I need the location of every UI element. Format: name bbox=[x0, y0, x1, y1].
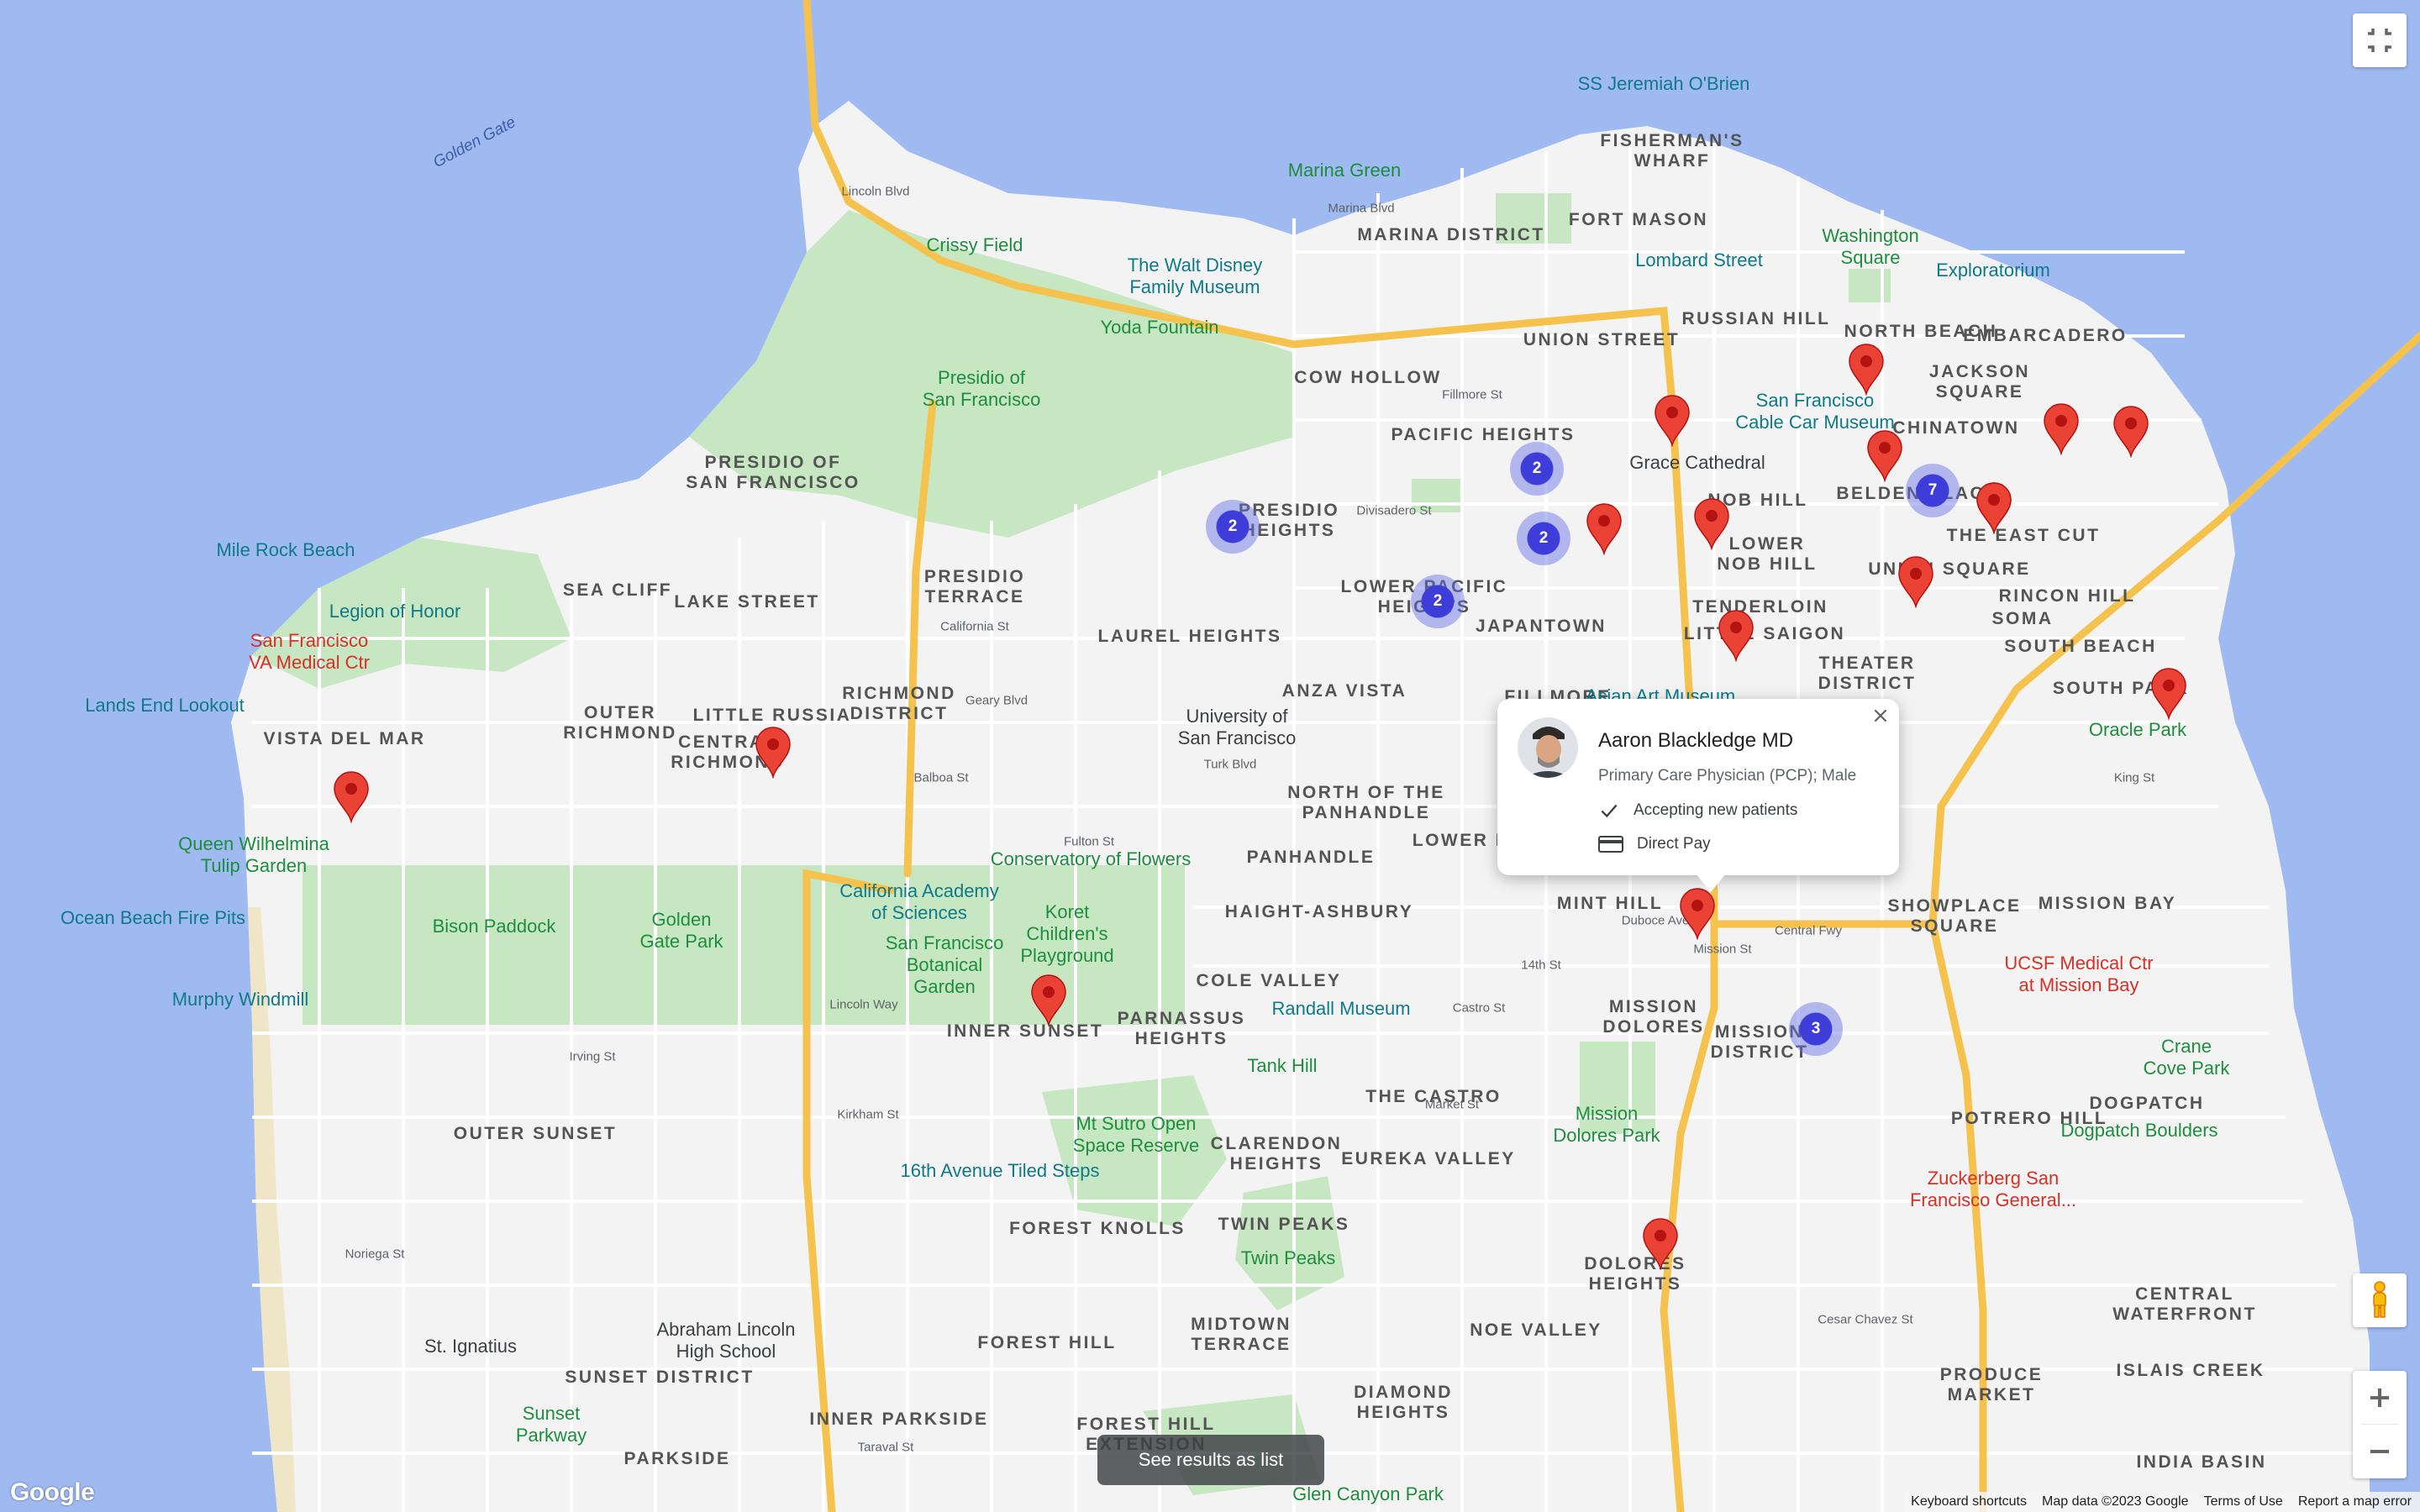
pegman-icon bbox=[2373, 1281, 2386, 1318]
feature-label: Direct Pay bbox=[1637, 835, 1711, 853]
map-pin-icon bbox=[1680, 888, 1715, 941]
map-pin-icon bbox=[1031, 974, 1066, 1027]
provider-marker-marker-10[interactable] bbox=[1718, 610, 1754, 663]
keyboard-shortcuts-link[interactable]: Keyboard shortcuts bbox=[1911, 1494, 2027, 1509]
provider-name[interactable]: Aaron Blackledge MD bbox=[1598, 729, 1793, 753]
marker-cluster-cluster-lower-pacific-heights[interactable]: 2 bbox=[1411, 575, 1465, 628]
map-pin-icon bbox=[1655, 395, 1690, 448]
provider-marker-marker-15[interactable] bbox=[1030, 974, 1067, 1027]
marker-cluster-cluster-presidio-heights[interactable]: 2 bbox=[1206, 500, 1260, 554]
street-view-pegman[interactable] bbox=[2353, 1273, 2407, 1327]
map-pin-icon bbox=[755, 727, 791, 780]
credit-card-icon bbox=[1598, 836, 1623, 853]
provider-marker-marker-5[interactable] bbox=[1866, 430, 1903, 483]
feature-label: Accepting new patients bbox=[1634, 801, 1798, 819]
avatar bbox=[1518, 717, 1578, 778]
cluster-count: 3 bbox=[1811, 1020, 1821, 1037]
cluster-count: 2 bbox=[1532, 459, 1542, 477]
provider-marker-marker-6[interactable] bbox=[2043, 403, 2080, 456]
map-markers: 2 2 2 2 7 3 bbox=[0, 0, 2420, 1512]
map-pin-icon bbox=[1867, 430, 1902, 483]
cluster-count: 7 bbox=[1928, 481, 1938, 499]
fullscreen-button[interactable] bbox=[2353, 13, 2407, 67]
cluster-count: 2 bbox=[1228, 517, 1238, 535]
cluster-count: 2 bbox=[1539, 529, 1549, 547]
provider-marker-marker-4[interactable] bbox=[1586, 503, 1623, 556]
provider-specialty: Primary Care Physician (PCP); Male bbox=[1598, 767, 1857, 785]
marker-cluster-cluster-pacific-heights-south[interactable]: 2 bbox=[1517, 512, 1570, 565]
provider-marker-marker-11[interactable] bbox=[2150, 668, 2187, 721]
provider-marker-marker-14[interactable] bbox=[1679, 888, 1716, 941]
map-pin-icon bbox=[2113, 406, 2149, 459]
map-pin-icon bbox=[1898, 556, 1933, 609]
see-results-as-list-button[interactable]: See results as list bbox=[1097, 1435, 1324, 1485]
provider-infowindow: Aaron Blackledge MD Primary Care Physici… bbox=[1497, 699, 1899, 892]
provider-marker-marker-13[interactable] bbox=[333, 771, 370, 824]
map-pin-icon bbox=[1976, 482, 2012, 535]
zoom-in-button[interactable] bbox=[2353, 1371, 2407, 1425]
zoom-control bbox=[2353, 1371, 2407, 1478]
google-logo[interactable]: Google bbox=[10, 1478, 95, 1507]
map-pin-icon bbox=[2151, 668, 2186, 721]
map-pin-icon bbox=[1643, 1218, 1678, 1271]
map-pin-icon bbox=[2044, 403, 2079, 456]
check-icon bbox=[1601, 804, 1618, 818]
marker-cluster-cluster-belden-place[interactable]: 7 bbox=[1906, 464, 1960, 517]
feature-accepting-new-patients: Accepting new patients bbox=[1598, 800, 1797, 822]
map-attribution: Keyboard shortcuts Map data ©2023 Google… bbox=[1904, 1492, 2420, 1512]
provider-marker-marker-7[interactable] bbox=[2112, 406, 2149, 459]
provider-marker-marker-12[interactable] bbox=[755, 727, 792, 780]
close-icon[interactable] bbox=[1870, 706, 1891, 726]
report-map-error-link[interactable]: Report a map error bbox=[2298, 1494, 2412, 1509]
provider-marker-marker-1[interactable] bbox=[1654, 395, 1691, 448]
provider-marker-marker-16[interactable] bbox=[1642, 1218, 1679, 1271]
provider-marker-marker-2[interactable] bbox=[1848, 344, 1885, 396]
map-data-attribution: Map data ©2023 Google bbox=[2042, 1494, 2189, 1509]
terms-of-use-link[interactable]: Terms of Use bbox=[2204, 1494, 2283, 1509]
provider-marker-marker-9[interactable] bbox=[1897, 556, 1934, 609]
map-pin-icon bbox=[1849, 344, 1884, 396]
cluster-count: 2 bbox=[1433, 592, 1443, 610]
plus-icon bbox=[2370, 1389, 2389, 1407]
map-pin-icon bbox=[1586, 503, 1622, 556]
provider-marker-marker-3[interactable] bbox=[1693, 498, 1730, 551]
zoom-out-button[interactable] bbox=[2353, 1425, 2407, 1478]
map-pin-icon bbox=[1694, 498, 1729, 551]
feature-direct-pay: Direct Pay bbox=[1598, 833, 1711, 855]
minus-icon bbox=[2370, 1450, 2389, 1453]
exit-fullscreen-icon bbox=[2368, 29, 2391, 52]
marker-cluster-cluster-pacific-heights[interactable]: 2 bbox=[1510, 442, 1564, 496]
provider-marker-marker-17[interactable] bbox=[1975, 482, 2012, 535]
map-pin-icon bbox=[1718, 610, 1754, 663]
map-pin-icon bbox=[334, 771, 369, 824]
marker-cluster-cluster-mission-district[interactable]: 3 bbox=[1789, 1002, 1843, 1056]
